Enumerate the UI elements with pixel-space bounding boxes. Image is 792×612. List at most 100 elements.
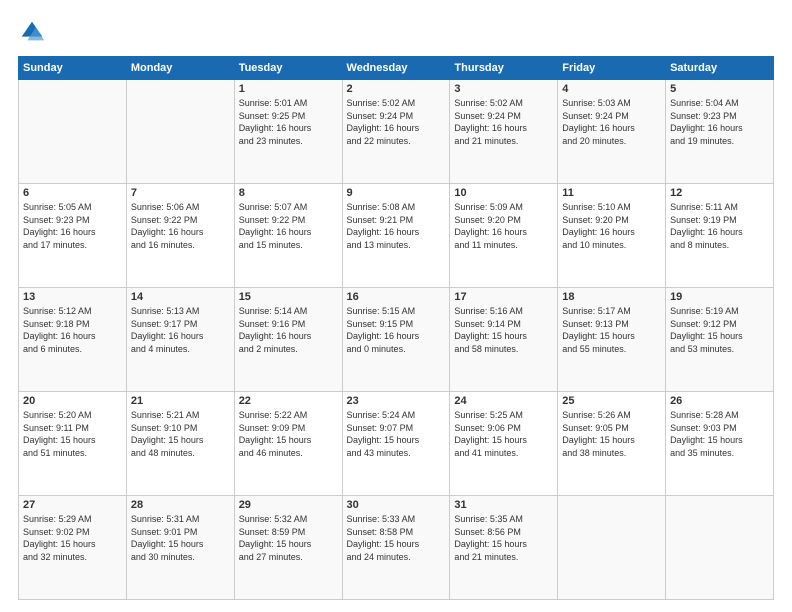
calendar-cell: 20 Sunrise: 5:20 AMSunset: 9:11 PMDayligh… [19,392,127,496]
calendar-cell: 12Sunrise: 5:11 AMSunset: 9:19 PMDayligh… [666,184,774,288]
day-info: Sunrise: 5:11 AMSunset: 9:19 PMDaylight:… [670,201,769,251]
day-number: 21 [131,395,230,407]
calendar-header: SundayMondayTuesdayWednesdayThursdayFrid… [19,57,774,80]
week-row-5: 27 Sunrise: 5:29 AMSunset: 9:02 PMDayligh… [19,496,774,600]
day-number: 26 [670,395,769,407]
day-info: Sunrise: 5:05 AMSunset: 9:23 PMDaylight:… [23,201,122,251]
day-number: 13 [23,291,122,303]
calendar-cell [558,496,666,600]
calendar-cell: 6 Sunrise: 5:05 AMSunset: 9:23 PMDaylight… [19,184,127,288]
day-number: 25 [562,395,661,407]
calendar-cell: 2 Sunrise: 5:02 AMSunset: 9:24 PMDaylight… [342,80,450,184]
day-number: 29 [239,499,338,511]
calendar-cell: 11 Sunrise: 5:10 AMSunset: 9:20 PMDayligh… [558,184,666,288]
day-info: Sunrise: 5:06 AMSunset: 9:22 PMDaylight:… [131,201,230,251]
calendar-cell: 5 Sunrise: 5:04 AMSunset: 9:23 PMDaylight… [666,80,774,184]
calendar-cell: 27 Sunrise: 5:29 AMSunset: 9:02 PMDayligh… [19,496,127,600]
day-info: Sunrise: 5:21 AMSunset: 9:10 PMDaylight:… [131,409,230,459]
calendar-cell [126,80,234,184]
header-saturday: Saturday [666,57,774,80]
header-friday: Friday [558,57,666,80]
day-number: 2 [347,83,446,95]
day-number: 5 [670,83,769,95]
day-number: 16 [347,291,446,303]
day-number: 15 [239,291,338,303]
calendar-cell: 25 Sunrise: 5:26 AMSunset: 9:05 PMDayligh… [558,392,666,496]
day-info: Sunrise: 5:16 AMSunset: 9:14 PMDaylight:… [454,305,553,355]
day-info: Sunrise: 5:01 AMSunset: 9:25 PMDaylight:… [239,97,338,147]
day-info: Sunrise: 5:28 AMSunset: 9:03 PMDaylight:… [670,409,769,459]
day-number: 19 [670,291,769,303]
calendar-cell: 9Sunrise: 5:08 AMSunset: 9:21 PMDaylight… [342,184,450,288]
day-number: 18 [562,291,661,303]
day-info: Sunrise: 5:03 AMSunset: 9:24 PMDaylight:… [562,97,661,147]
day-info: Sunrise: 5:07 AMSunset: 9:22 PMDaylight:… [239,201,338,251]
day-number: 10 [454,187,553,199]
week-row-1: 1 Sunrise: 5:01 AMSunset: 9:25 PMDaylight… [19,80,774,184]
calendar-cell: 28 Sunrise: 5:31 AMSunset: 9:01 PMDayligh… [126,496,234,600]
calendar-cell: 19 Sunrise: 5:19 AMSunset: 9:12 PMDayligh… [666,288,774,392]
day-number: 11 [562,187,661,199]
calendar-cell: 4 Sunrise: 5:03 AMSunset: 9:24 PMDaylight… [558,80,666,184]
calendar-cell: 8 Sunrise: 5:07 AMSunset: 9:22 PMDaylight… [234,184,342,288]
header-wednesday: Wednesday [342,57,450,80]
day-info: Sunrise: 5:17 AMSunset: 9:13 PMDaylight:… [562,305,661,355]
calendar-cell: 21 Sunrise: 5:21 AMSunset: 9:10 PMDayligh… [126,392,234,496]
day-info: Sunrise: 5:15 AMSunset: 9:15 PMDaylight:… [347,305,446,355]
calendar-cell: 23 Sunrise: 5:24 AMSunset: 9:07 PMDayligh… [342,392,450,496]
logo-icon [18,18,46,46]
day-info: Sunrise: 5:13 AMSunset: 9:17 PMDaylight:… [131,305,230,355]
day-number: 8 [239,187,338,199]
day-number: 24 [454,395,553,407]
calendar-cell: 3Sunrise: 5:02 AMSunset: 9:24 PMDaylight… [450,80,558,184]
day-number: 28 [131,499,230,511]
calendar-cell: 7 Sunrise: 5:06 AMSunset: 9:22 PMDaylight… [126,184,234,288]
calendar-cell [19,80,127,184]
header-sunday: Sunday [19,57,127,80]
day-number: 23 [347,395,446,407]
calendar-table: SundayMondayTuesdayWednesdayThursdayFrid… [18,56,774,600]
logo [18,18,50,46]
day-info: Sunrise: 5:20 AMSunset: 9:11 PMDaylight:… [23,409,122,459]
day-number: 20 [23,395,122,407]
day-number: 6 [23,187,122,199]
day-number: 7 [131,187,230,199]
week-row-3: 13 Sunrise: 5:12 AMSunset: 9:18 PMDayligh… [19,288,774,392]
header-monday: Monday [126,57,234,80]
calendar-cell: 1 Sunrise: 5:01 AMSunset: 9:25 PMDaylight… [234,80,342,184]
header-thursday: Thursday [450,57,558,80]
calendar-cell: 14 Sunrise: 5:13 AMSunset: 9:17 PMDayligh… [126,288,234,392]
calendar-cell [666,496,774,600]
calendar-cell: 31 Sunrise: 5:35 AMSunset: 8:56 PMDayligh… [450,496,558,600]
day-info: Sunrise: 5:02 AMSunset: 9:24 PMDaylight:… [347,97,446,147]
day-number: 27 [23,499,122,511]
day-number: 1 [239,83,338,95]
day-number: 14 [131,291,230,303]
calendar-cell: 17Sunrise: 5:16 AMSunset: 9:14 PMDayligh… [450,288,558,392]
calendar-cell: 15Sunrise: 5:14 AMSunset: 9:16 PMDayligh… [234,288,342,392]
calendar-body: 1 Sunrise: 5:01 AMSunset: 9:25 PMDaylight… [19,80,774,600]
calendar-cell: 22Sunrise: 5:22 AMSunset: 9:09 PMDayligh… [234,392,342,496]
day-number: 4 [562,83,661,95]
day-info: Sunrise: 5:29 AMSunset: 9:02 PMDaylight:… [23,513,122,563]
header-row: SundayMondayTuesdayWednesdayThursdayFrid… [19,57,774,80]
day-info: Sunrise: 5:35 AMSunset: 8:56 PMDaylight:… [454,513,553,563]
calendar-cell: 18 Sunrise: 5:17 AMSunset: 9:13 PMDayligh… [558,288,666,392]
day-info: Sunrise: 5:04 AMSunset: 9:23 PMDaylight:… [670,97,769,147]
day-info: Sunrise: 5:26 AMSunset: 9:05 PMDaylight:… [562,409,661,459]
day-number: 3 [454,83,553,95]
day-number: 31 [454,499,553,511]
header [18,18,774,46]
calendar-cell: 24Sunrise: 5:25 AMSunset: 9:06 PMDayligh… [450,392,558,496]
day-info: Sunrise: 5:19 AMSunset: 9:12 PMDaylight:… [670,305,769,355]
calendar-cell: 10Sunrise: 5:09 AMSunset: 9:20 PMDayligh… [450,184,558,288]
day-info: Sunrise: 5:12 AMSunset: 9:18 PMDaylight:… [23,305,122,355]
day-info: Sunrise: 5:24 AMSunset: 9:07 PMDaylight:… [347,409,446,459]
calendar-cell: 16 Sunrise: 5:15 AMSunset: 9:15 PMDayligh… [342,288,450,392]
day-info: Sunrise: 5:08 AMSunset: 9:21 PMDaylight:… [347,201,446,251]
day-info: Sunrise: 5:33 AMSunset: 8:58 PMDaylight:… [347,513,446,563]
day-info: Sunrise: 5:31 AMSunset: 9:01 PMDaylight:… [131,513,230,563]
day-number: 22 [239,395,338,407]
calendar-cell: 13 Sunrise: 5:12 AMSunset: 9:18 PMDayligh… [19,288,127,392]
day-info: Sunrise: 5:10 AMSunset: 9:20 PMDaylight:… [562,201,661,251]
